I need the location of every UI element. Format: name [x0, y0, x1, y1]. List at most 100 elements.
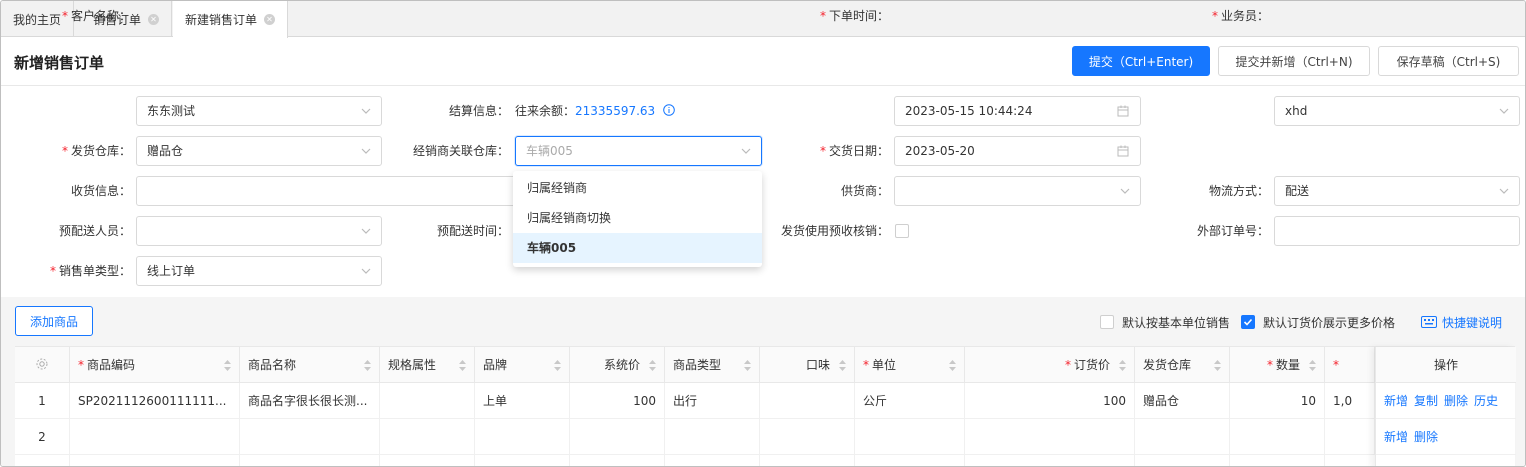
cell-name[interactable]: 商品名字很长很长测... — [240, 383, 380, 419]
column-header-qty[interactable]: * 数量 — [1230, 347, 1325, 383]
cell-order-price[interactable]: 100 — [965, 383, 1135, 419]
salesman-select[interactable]: xhd — [1274, 96, 1520, 126]
submit-and-new-button[interactable]: 提交并新增（Ctrl+N) — [1218, 46, 1370, 76]
dropdown-option[interactable]: 归属经销商 — [513, 173, 762, 203]
shortcuts-link[interactable]: 快捷键说明 — [1421, 314, 1502, 331]
action-copy[interactable]: 复制 — [1414, 394, 1438, 408]
check-icon — [1243, 318, 1253, 326]
customer-select[interactable]: 东东测试 — [136, 96, 382, 126]
column-header-spec[interactable]: 规格属性 — [380, 347, 475, 383]
sort-icon[interactable] — [459, 360, 466, 371]
column-header-type[interactable]: 商品类型 — [665, 347, 760, 383]
chevron-down-icon — [361, 268, 371, 274]
column-header-name[interactable]: 商品名称 — [240, 347, 380, 383]
info-icon[interactable] — [663, 104, 675, 116]
dealer-warehouse-select[interactable]: 车辆005 — [515, 136, 762, 166]
column-header-code[interactable]: * 商品编码 — [70, 347, 240, 383]
cell-warehouse[interactable] — [1135, 419, 1230, 455]
dealer-warehouse-placeholder: 车辆005 — [526, 144, 573, 158]
column-header-sys-price[interactable]: 系统价 — [570, 347, 665, 383]
base-unit-checkbox[interactable] — [1100, 315, 1114, 329]
cell-unit[interactable] — [855, 419, 965, 455]
column-header-order-price[interactable]: * 订货价 — [965, 347, 1135, 383]
warehouse-label: * 发货仓库： — [61, 144, 131, 158]
add-product-button[interactable]: 添加商品 — [15, 306, 93, 336]
cell-brand — [475, 419, 570, 455]
sort-icon[interactable] — [744, 360, 751, 371]
salesman-value: xhd — [1285, 104, 1308, 118]
cell-qty[interactable] — [1230, 455, 1325, 466]
cell-warehouse[interactable]: 赠品仓 — [1135, 383, 1230, 419]
cell-order-price[interactable] — [965, 419, 1135, 455]
sort-icon[interactable] — [839, 360, 846, 371]
warehouse-select[interactable]: 赠品仓 — [136, 136, 382, 166]
supplier-label: 供货商： — [840, 184, 889, 198]
submit-button[interactable]: 提交（Ctrl+Enter) — [1072, 46, 1210, 76]
action-delete[interactable]: 删除 — [1414, 430, 1438, 444]
sort-icon[interactable] — [224, 360, 231, 371]
logistics-select[interactable]: 配送 — [1274, 176, 1520, 206]
prepay-writeoff-checkbox[interactable] — [895, 224, 909, 238]
cell-name[interactable] — [240, 419, 380, 455]
cell-code[interactable] — [70, 455, 240, 466]
cell-unit[interactable] — [855, 455, 965, 466]
cell-spec[interactable] — [380, 455, 475, 466]
sort-icon[interactable] — [1119, 360, 1126, 371]
cell-order-price[interactable] — [965, 455, 1135, 466]
close-icon[interactable]: ✕ — [264, 14, 276, 25]
cell-flavor[interactable] — [760, 455, 855, 466]
cell-qty[interactable]: 10 — [1230, 383, 1325, 419]
sort-icon[interactable] — [1309, 360, 1316, 371]
sort-icon[interactable] — [649, 360, 656, 371]
predelivery-person-label: 预配送人员： — [58, 224, 131, 238]
cell-code[interactable]: SP2021112600111111... — [70, 383, 240, 419]
sort-icon[interactable] — [554, 360, 561, 371]
external-no-input[interactable] — [1274, 216, 1520, 246]
column-header-warehouse[interactable]: 发货仓库 — [1135, 347, 1230, 383]
close-icon[interactable]: ✕ — [148, 13, 160, 25]
cell-spec[interactable] — [380, 419, 475, 455]
supplier-select[interactable] — [894, 176, 1141, 206]
chevron-down-icon — [361, 228, 371, 234]
receipt-input[interactable] — [136, 176, 526, 206]
action-add[interactable]: 新增 — [1384, 394, 1408, 408]
cell-flavor[interactable] — [760, 419, 855, 455]
settlement-info: 往来余额：21335597.63 — [515, 96, 675, 126]
prepay-writeoff-label: 发货使用预收核销： — [780, 224, 889, 238]
external-no-label: 外部订单号： — [1196, 224, 1269, 238]
sort-icon[interactable] — [949, 360, 956, 371]
cell-sys-price — [570, 455, 665, 466]
warehouse-value: 赠品仓 — [147, 144, 184, 158]
column-header-flavor[interactable]: 口味 — [760, 347, 855, 383]
dropdown-option-selected[interactable]: 车辆005 — [513, 233, 762, 263]
column-header-amount[interactable]: * — [1325, 347, 1375, 383]
cell-flavor[interactable] — [760, 383, 855, 419]
cell-warehouse[interactable] — [1135, 455, 1230, 466]
calendar-icon — [1117, 105, 1129, 117]
show-prices-checkbox[interactable] — [1241, 315, 1255, 329]
dropdown-option[interactable]: 归属经销商切换 — [513, 203, 762, 233]
save-draft-button[interactable]: 保存草稿（Ctrl+S) — [1378, 46, 1519, 76]
sort-icon[interactable] — [1214, 360, 1221, 371]
action-history[interactable]: 历史 — [1474, 394, 1498, 408]
column-header-brand[interactable]: 品牌 — [475, 347, 570, 383]
sort-icon[interactable] — [364, 360, 371, 371]
tab-new-sales-order[interactable]: 新建销售订单 ✕ — [173, 1, 289, 38]
cell-name[interactable] — [240, 455, 380, 466]
gear-icon[interactable] — [35, 357, 49, 371]
action-delete[interactable]: 删除 — [1444, 394, 1468, 408]
cell-code[interactable] — [70, 419, 240, 455]
column-header-unit[interactable]: * 单位 — [855, 347, 965, 383]
cell-sys-price — [570, 419, 665, 455]
cell-amount: 1,0 — [1325, 383, 1375, 419]
order-time-picker[interactable]: 2023-05-15 10:44:24 — [894, 96, 1141, 126]
cell-unit[interactable]: 公斤 — [855, 383, 965, 419]
chevron-down-icon — [361, 148, 371, 154]
delivery-date-picker[interactable]: 2023-05-20 — [894, 136, 1141, 166]
action-add[interactable]: 新增 — [1384, 430, 1408, 444]
cell-spec[interactable] — [380, 383, 475, 419]
cell-qty[interactable] — [1230, 419, 1325, 455]
order-type-select[interactable]: 线上订单 — [136, 256, 382, 286]
settings-header[interactable] — [15, 347, 70, 383]
predelivery-person-select[interactable] — [136, 216, 382, 246]
